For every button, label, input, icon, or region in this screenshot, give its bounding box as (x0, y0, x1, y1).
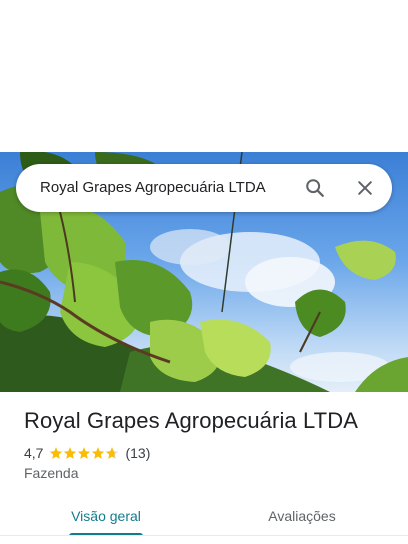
star-icon (64, 447, 77, 459)
tabs-divider (0, 535, 408, 536)
tab-reviews[interactable]: Avaliações (260, 496, 344, 536)
close-icon[interactable] (353, 176, 377, 200)
place-category: Fazenda (24, 465, 79, 481)
search-bar[interactable]: Royal Grapes Agropecuária LTDA (16, 164, 392, 212)
place-title: Royal Grapes Agropecuária LTDA (24, 408, 358, 433)
star-half-icon (106, 447, 119, 459)
place-tabs: Visão geral Avaliações (0, 496, 408, 536)
tab-overview[interactable]: Visão geral (69, 496, 143, 536)
rating-row[interactable]: 4,7 (13) (24, 444, 150, 462)
review-count[interactable]: (13) (125, 445, 150, 461)
star-icon (50, 447, 63, 459)
search-query-text[interactable]: Royal Grapes Agropecuária LTDA (40, 179, 266, 196)
rating-stars (49, 446, 119, 460)
rating-value: 4,7 (24, 445, 44, 461)
star-icon (78, 447, 91, 459)
star-icon (92, 447, 105, 459)
search-icon[interactable] (303, 176, 327, 200)
